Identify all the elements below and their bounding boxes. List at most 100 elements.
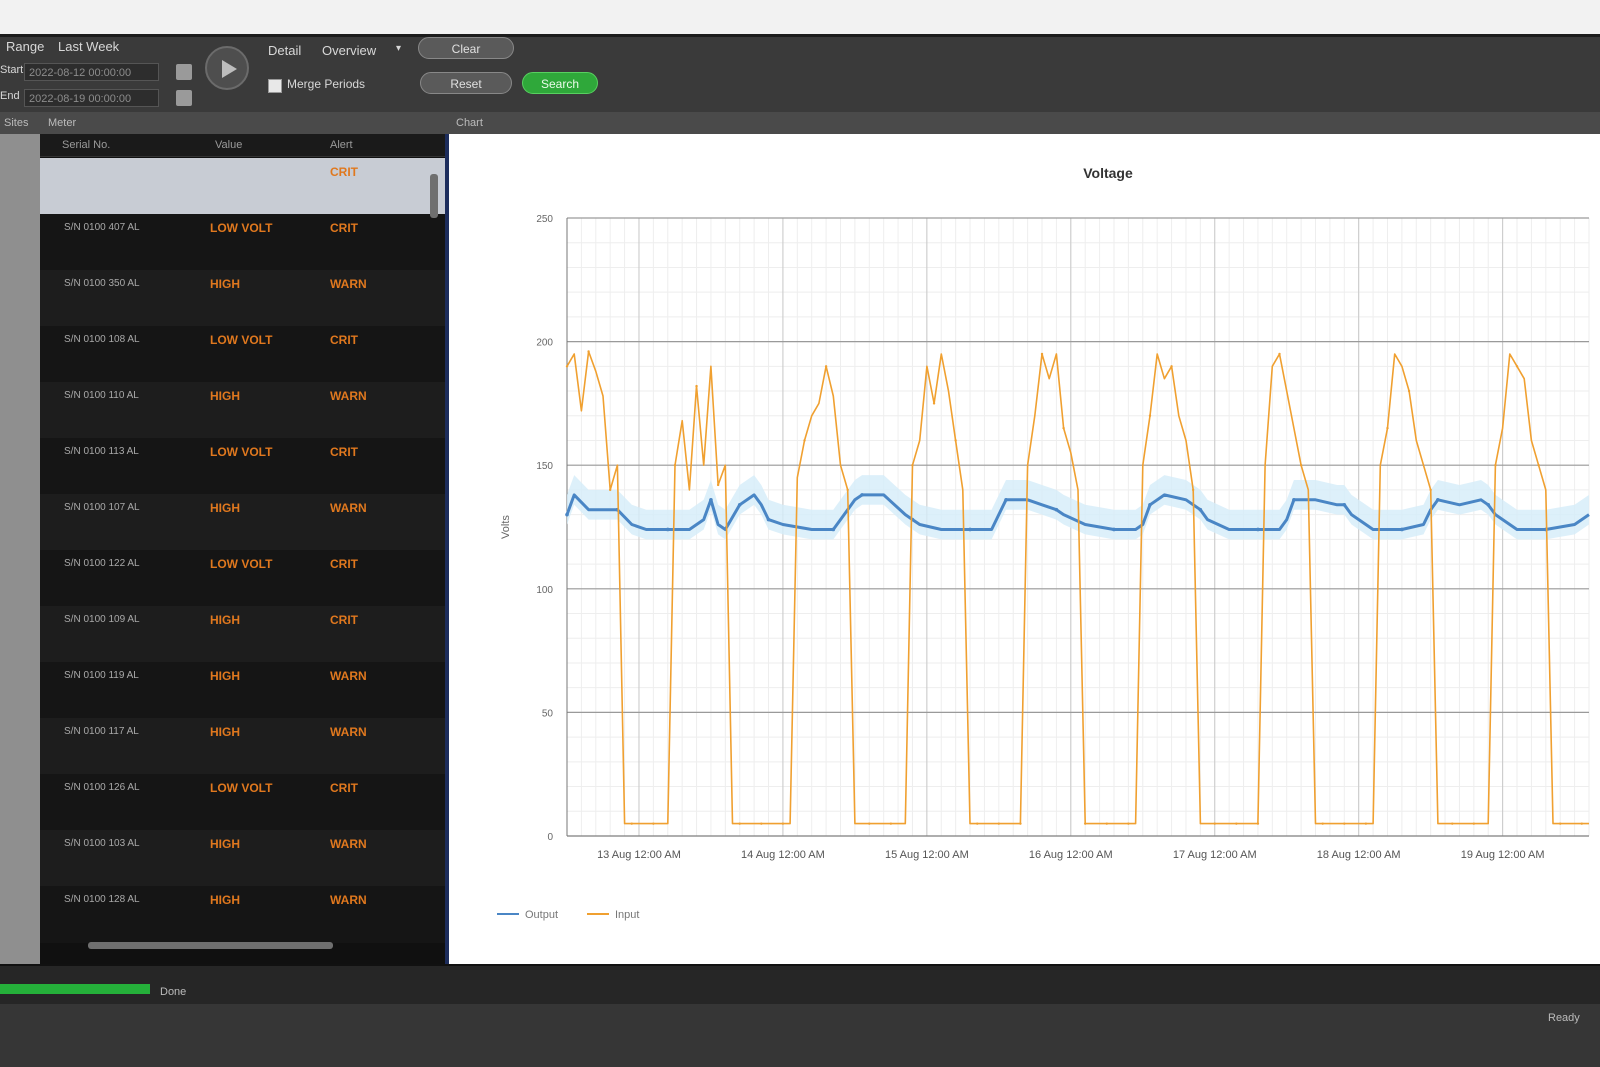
list-item[interactable]: CRIT [40,158,445,215]
list-item[interactable]: S/N 0100 113 AL LOW VOLT CRIT [40,438,445,495]
series-point [1342,502,1347,507]
row-alert: WARN [330,389,367,403]
play-button[interactable] [205,46,249,90]
series-point [1062,426,1065,430]
list-item[interactable]: S/N 0100 109 AL HIGH CRIT [40,606,445,663]
status-bar [0,964,1600,1006]
horizontal-scrollbar[interactable] [88,942,333,949]
series-point [1580,822,1584,825]
row-serial [48,158,208,215]
x-tick-label: 16 Aug 12:00 AM [1029,849,1113,861]
row-serial: S/N 0100 122 AL [64,558,140,569]
list-item[interactable]: S/N 0100 110 AL HIGH WARN [40,382,445,439]
series-point [1429,488,1432,492]
start-date-field[interactable]: 2022-08-12 00:00:00 [24,63,159,81]
series-point [709,498,713,502]
row-serial: S/N 0100 109 AL [64,614,140,625]
chart-panel-label: Chart [456,117,483,129]
row-value [210,158,325,215]
merge-periods-checkbox[interactable] [268,79,282,93]
series-point [1451,822,1454,825]
row-value: HIGH [210,725,240,739]
row-serial: S/N 0100 110 AL [64,390,139,401]
meter-list: Serial No. Value Alert CRIT S/N 0100 407 … [40,134,449,964]
row-value: LOW VOLT [210,221,273,235]
list-item[interactable]: S/N 0100 108 AL LOW VOLT CRIT [40,326,445,383]
y-tick-label: 0 [547,832,553,843]
series-point [1515,365,1519,368]
series-point [1407,389,1411,393]
series-point [1148,502,1152,507]
series-point [1436,498,1440,502]
list-item[interactable]: S/N 0100 407 AL LOW VOLT CRIT [40,214,445,271]
column-header[interactable]: Value [215,139,242,151]
row-alert: CRIT [330,613,358,627]
x-tick-label: 17 Aug 12:00 AM [1173,849,1257,861]
end-date-field[interactable]: 2022-08-19 00:00:00 [24,89,159,107]
y-tick-label: 50 [542,708,554,719]
clear-button[interactable]: Clear [418,37,514,59]
series-point [1198,507,1203,512]
vertical-scrollbar[interactable] [430,174,438,218]
calendar-icon[interactable] [176,64,192,80]
row-value: HIGH [210,613,240,627]
x-tick-label: 14 Aug 12:00 AM [741,849,825,861]
row-value: LOW VOLT [210,445,273,459]
column-header[interactable]: Serial No. [62,139,110,151]
list-item[interactable]: S/N 0100 128 AL HIGH WARN [40,886,445,943]
series-point [1235,822,1238,825]
y-axis-label: Volts [500,515,512,539]
list-item[interactable]: S/N 0100 103 AL HIGH WARN [40,830,445,887]
list-item[interactable]: S/N 0100 117 AL HIGH WARN [40,718,445,775]
row-value: HIGH [210,669,240,683]
calendar-icon[interactable] [176,90,192,106]
row-alert: CRIT [330,165,358,179]
search-button[interactable]: Search [522,72,598,94]
list-panel-label: Meter [48,117,77,129]
column-header[interactable]: Alert [330,139,353,151]
row-alert: WARN [330,837,367,851]
series-point [868,822,871,825]
sites-sidebar[interactable] [0,134,40,964]
list-item[interactable]: S/N 0100 122 AL LOW VOLT CRIT [40,550,445,607]
series-point [716,483,720,487]
end-label: End [0,90,20,102]
row-alert: WARN [330,725,367,739]
series-point [803,439,806,442]
series-point [673,464,677,467]
y-tick-label: 250 [536,214,553,225]
list-item[interactable]: S/N 0100 126 AL LOW VOLT CRIT [40,774,445,831]
series-point [889,822,893,825]
x-tick-label: 19 Aug 12:00 AM [1461,849,1545,861]
series-point [565,512,569,517]
series-point [1400,527,1404,532]
series-point [1386,426,1389,430]
detail-select[interactable]: Overview [322,43,376,58]
row-alert: WARN [330,669,367,683]
series-point [1083,822,1087,825]
list-item[interactable]: S/N 0100 119 AL HIGH WARN [40,662,445,719]
last-week-option[interactable]: Last Week [58,39,119,54]
series-point [954,439,957,442]
chart-title: Voltage [1083,165,1133,181]
series-point [1054,507,1059,512]
series-point [1494,464,1497,467]
series-point [587,350,590,353]
chevron-down-icon[interactable]: ▾ [396,43,401,54]
bottom-bar [0,1004,1600,1067]
reset-button[interactable]: Reset [420,72,512,94]
series-point [976,822,979,825]
series-point [997,822,1001,825]
progress-bar [0,984,150,994]
range-label: Range [6,39,45,54]
series-point [630,822,633,825]
merge-periods-label: Merge Periods [287,77,366,91]
list-item[interactable]: S/N 0100 107 AL HIGH WARN [40,494,445,551]
x-tick-label: 18 Aug 12:00 AM [1317,849,1401,861]
series-point [1472,822,1476,825]
legend-entry: Output [525,909,558,921]
progress-label: Done [160,986,187,998]
series-point [911,464,914,467]
y-tick-label: 100 [536,585,553,596]
list-item[interactable]: S/N 0100 350 AL HIGH WARN [40,270,445,327]
